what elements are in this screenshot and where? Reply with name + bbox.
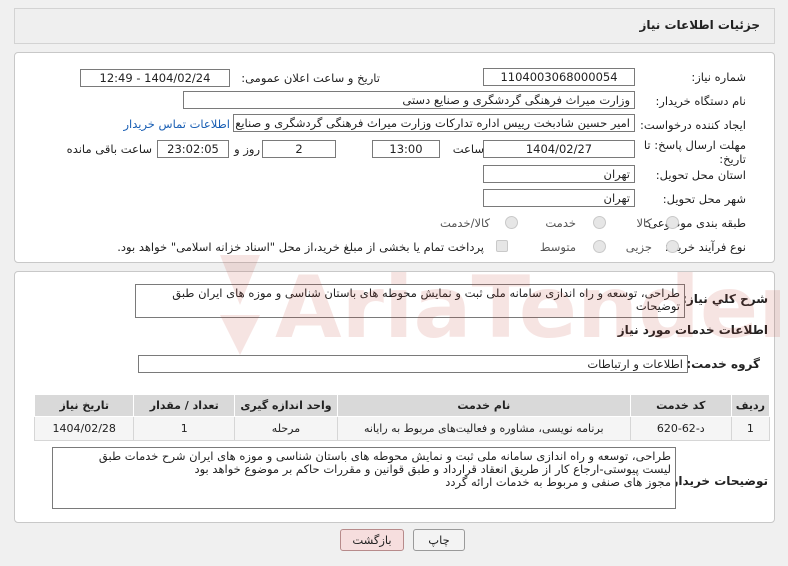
deadline-date-field: 1404/02/27 (483, 140, 635, 158)
buyer-notes-textarea: طراحی، توسعه و راه اندازی سامانه ملی ثبت… (52, 447, 676, 509)
col-unit: واحد اندازه گیری (234, 394, 338, 417)
need-number-field: 1104003068000054 (483, 68, 635, 86)
buyer-contact-link[interactable]: اطلاعات تماس خریدار (123, 117, 230, 131)
services-table-header: ردیف کد خدمت نام خدمت واحد اندازه گیری ت… (33, 394, 771, 417)
cell-service-name: برنامه نویسی، مشاوره و فعالیت‌های مربوط … (336, 416, 631, 441)
category-goods-label: کالا (636, 216, 652, 230)
col-service-code: کد خدمت (629, 394, 732, 417)
process-medium-radio[interactable] (593, 240, 606, 253)
cell-quantity: 1 (133, 416, 236, 441)
payment-checkbox[interactable] (496, 240, 508, 252)
service-group-label: گروه خدمت: (686, 357, 760, 371)
category-goods-service-label: کالا/خدمت (439, 216, 490, 230)
creator-label: ایجاد کننده درخواست: (640, 118, 746, 132)
city-label: شهر محل تحویل: (662, 192, 746, 206)
deadline-time-label: ساعت (452, 142, 484, 156)
col-need-date: تاریخ نیاز (33, 394, 135, 417)
category-goods-service-radio[interactable] (505, 216, 518, 229)
province-field: تهران (483, 165, 635, 183)
category-goods-radio[interactable] (666, 216, 679, 229)
remaining-label: ساعت باقی مانده (66, 142, 152, 156)
need-number-label: شماره نیاز: (691, 70, 746, 84)
cell-need-date: 1404/02/28 (33, 416, 135, 441)
services-table: ردیف کد خدمت نام خدمت واحد اندازه گیری ت… (33, 394, 771, 441)
city-field: تهران (483, 189, 635, 207)
deadline-time-field: 13:00 (372, 140, 440, 158)
col-quantity: تعداد / مقدار (133, 394, 236, 417)
page-title: جزئیات اطلاعات نیاز (639, 18, 760, 32)
process-minor-radio[interactable] (666, 240, 679, 253)
creator-field: امیر حسین شادبخت رییس اداره تدارکات وزار… (233, 114, 635, 132)
category-label: طبقه بندی موضوعی: (644, 216, 746, 230)
summary-label: شرح کلي نياز: (682, 292, 768, 306)
payment-text: پرداخت تمام یا بخشی از مبلغ خرید،از محل … (117, 240, 484, 254)
buyer-org-field: وزارت میراث فرهنگی گردشگری و صنایع دستی (183, 91, 635, 109)
col-row-number: ردیف (730, 394, 771, 417)
province-label: استان محل تحویل: (655, 168, 746, 182)
print-button[interactable]: چاپ (413, 529, 465, 551)
summary-textarea: طراحی، توسعه و راه اندازی سامانه ملی ثبت… (135, 284, 685, 318)
cell-unit: مرحله (234, 416, 338, 441)
cell-row-number: 1 (730, 416, 771, 441)
category-service-radio[interactable] (593, 216, 606, 229)
service-group-field: اطلاعات و ارتباطات (138, 355, 688, 373)
back-button[interactable]: بازگشت (340, 529, 404, 551)
buyer-notes-label: توضیحات خریدار: (666, 474, 768, 488)
buyer-notes-line: مجوز های صنفی و مربوط به خدمات ارائه گرد… (445, 475, 671, 489)
deadline-label: مهلت ارسال پاسخ: تا تاریخ: (643, 138, 746, 166)
table-row: 1 د-62-620 برنامه نویسی، مشاوره و فعالیت… (33, 416, 771, 441)
cell-service-code: د-62-620 (629, 416, 732, 441)
days-field: 2 (262, 140, 336, 158)
category-service-label: خدمت (545, 216, 576, 230)
buyer-org-label: نام دستگاه خریدار: (655, 94, 746, 108)
page-header: جزئیات اطلاعات نیاز (14, 8, 775, 44)
col-service-name: نام خدمت (336, 394, 631, 417)
process-medium-label: متوسط (539, 240, 576, 254)
announce-label: تاریخ و ساعت اعلان عمومی: (241, 71, 380, 85)
remaining-time-field: 23:02:05 (157, 140, 229, 158)
days-label: روز و (234, 142, 260, 156)
announce-datetime-field: 1404/02/24 - 12:49 (80, 69, 230, 87)
services-section-title: اطلاعات خدمات مورد نیاز (617, 323, 768, 337)
process-minor-label: جزیی (625, 240, 652, 254)
